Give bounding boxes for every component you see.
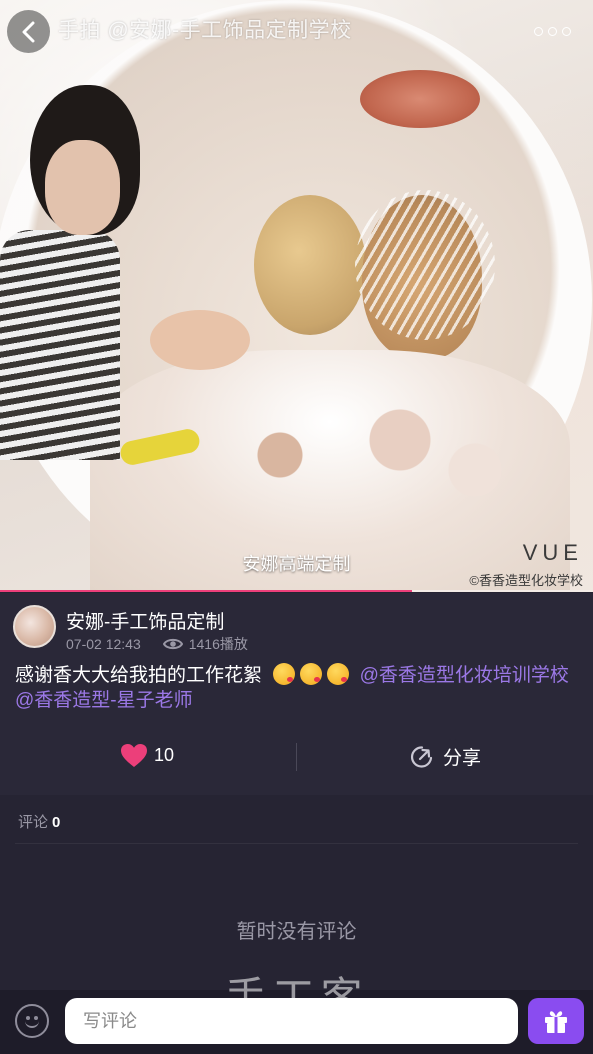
emoji-group [273,663,359,686]
person-face [45,140,120,235]
back-button[interactable] [7,10,50,53]
video-copyright: ©香香造型化妆学校 [469,573,583,588]
video-progress-fill [0,590,413,592]
action-bar: 10 分享 [0,733,593,783]
share-button[interactable]: 分享 [409,743,481,770]
more-button[interactable] [532,18,576,44]
author-name[interactable]: 安娜-手工饰品定制 [66,607,224,634]
comments-section: 评论 0 暂时没有评论 [0,795,593,990]
action-divider [296,743,297,771]
kiss-emoji-icon [327,663,350,685]
eye-icon [162,638,183,650]
smiley-icon-mouth [25,1020,39,1028]
view-count: 1416播放 [188,636,248,652]
app-root: 手拍 @安娜-手工饰品定制学校 安娜高端定制 VUE ©香香造型化妆学校 安娜-… [0,0,593,1054]
post-date: 07-02 12:43 [66,636,141,652]
mention-link[interactable]: @香香造型化妆培训学校 [360,665,569,686]
person-hands [150,310,250,370]
comment-input[interactable] [65,998,518,1044]
kiss-emoji-icon [300,663,323,685]
gift-button[interactable] [528,998,584,1044]
gift-icon [545,1011,567,1033]
lace-veil [355,190,495,340]
comment-composer [0,990,593,1054]
flower-pieces [220,380,520,530]
chevron-left-icon [22,21,35,43]
like-button[interactable]: 10 [120,743,174,768]
emoji-picker-button[interactable] [15,1004,49,1038]
post-meta: 07-02 12:43 1416播放 [66,634,248,654]
video-player[interactable]: 手拍 @安娜-手工饰品定制学校 安娜高端定制 VUE ©香香造型化妆学校 [0,0,593,592]
video-progress-bar[interactable] [0,590,593,592]
comments-divider [15,843,578,844]
more-dot-icon [534,27,543,36]
more-dot-icon [562,27,571,36]
share-icon [410,745,433,768]
video-watermark: 手拍 @安娜-手工饰品定制学校 [58,19,352,42]
person-body [0,230,120,460]
straw-hat [254,195,366,335]
empty-comments-text: 暂时没有评论 [236,921,357,943]
video-brand: VUE [522,540,583,565]
share-label: 分享 [443,748,482,769]
kiss-emoji-icon [273,663,296,685]
comments-count: 0 [52,814,61,831]
lamp-decoration [360,70,480,128]
author-avatar[interactable] [13,605,56,648]
video-frame [0,0,593,592]
post-text: 感谢香大大给我拍的工作花絮 [15,665,263,686]
comments-label: 评论 [18,814,49,831]
comments-header: 评论 0 [18,811,60,832]
post-info: 安娜-手工饰品定制 07-02 12:43 1416播放 感谢香大大给我拍的工作… [0,593,593,795]
heart-icon [121,744,147,767]
post-description: 感谢香大大给我拍的工作花絮 @香香造型化妆培训学校 @香香造型-星子老师 [15,663,580,713]
more-dot-icon [548,27,557,36]
like-count: 10 [154,745,175,765]
mention-link[interactable]: @香香造型-星子老师 [15,690,193,711]
